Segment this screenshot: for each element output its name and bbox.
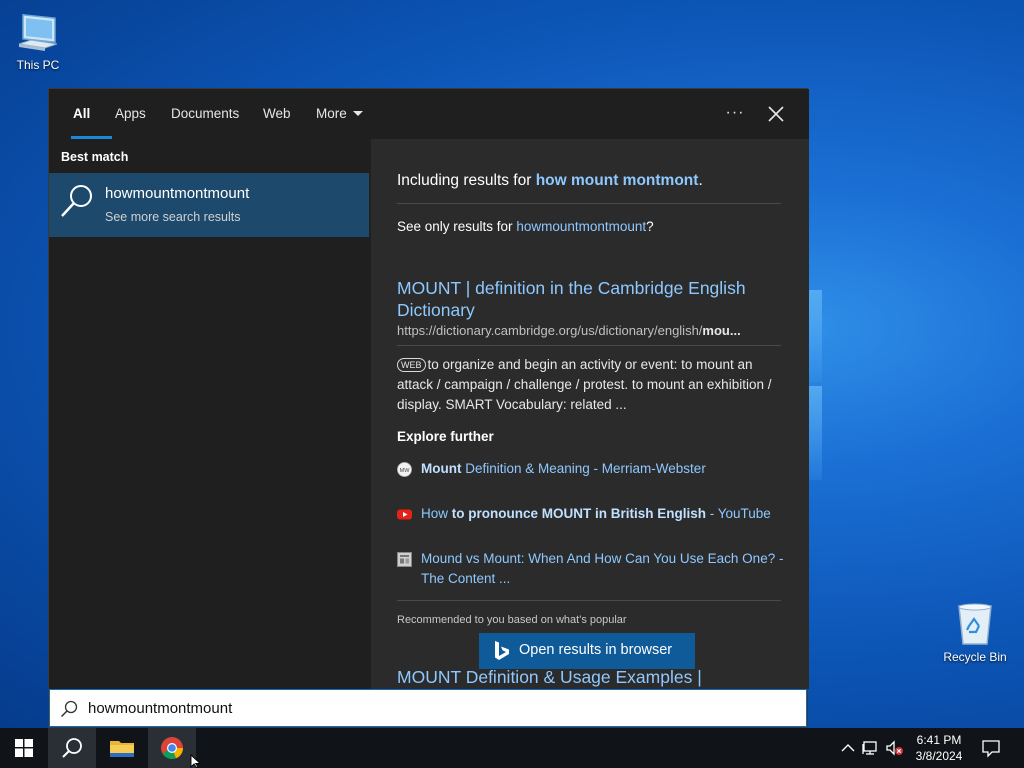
including-query-link[interactable]: how mount montmont (536, 172, 699, 189)
recycle-bin-icon (958, 603, 992, 645)
volume-muted-icon (886, 740, 903, 756)
taskbar-file-explorer[interactable] (98, 728, 146, 768)
tray-volume[interactable] (884, 738, 904, 758)
close-icon (768, 106, 784, 122)
divider (397, 203, 781, 204)
taskbar-chrome[interactable] (148, 728, 196, 768)
web-result-snippet: WEB to organize and begin an activity or … (397, 355, 787, 415)
open-results-label: Open results in browser (519, 642, 673, 658)
computer-icon (18, 14, 58, 51)
see-only-suffix: ? (646, 219, 654, 234)
desktop-icon-label: Recycle Bin (943, 650, 1007, 664)
more-options-button[interactable]: ··· (721, 101, 749, 127)
preview-pane: Including results for how mount montmont… (371, 139, 809, 689)
best-match-heading: Best match (61, 150, 129, 164)
web-badge: WEB (397, 358, 426, 372)
search-icon (62, 738, 82, 758)
see-only-prefix: See only results for (397, 219, 517, 234)
including-suffix: . (698, 172, 703, 189)
svg-text:MW: MW (400, 468, 411, 474)
clock-time: 6:41 PM (916, 733, 962, 747)
tab-label: Apps (115, 106, 146, 121)
tab-more[interactable]: More (316, 89, 363, 139)
action-center-button[interactable] (981, 738, 1001, 758)
notification-icon (982, 740, 1000, 758)
recommended-note: Recommended to you based on what's popul… (397, 614, 627, 626)
tab-label: Documents (171, 106, 240, 121)
best-match-item[interactable]: howmountmontmount See more search result… (49, 173, 369, 237)
explore-bold: to pronounce MOUNT in British English (451, 506, 707, 521)
desktop-icon-recycle-bin[interactable]: Recycle Bin (937, 602, 1013, 664)
see-only-results-text: See only results for howmountmontmount? (397, 219, 654, 234)
url-prefix: https://dictionary.cambridge.org/us/dict… (397, 323, 703, 338)
close-button[interactable] (763, 101, 789, 127)
explore-item-text: Mount Definition & Meaning - Merriam-Web… (421, 459, 785, 479)
web-page-icon (397, 552, 412, 567)
search-box[interactable] (49, 689, 807, 727)
clock[interactable]: 6:41 PM 3/8/2024 (906, 732, 972, 764)
mouse-pointer-icon (190, 754, 202, 768)
folder-icon (110, 741, 134, 757)
including-results-text: Including results for how mount montmont… (397, 172, 703, 190)
chevron-up-icon (841, 744, 855, 752)
divider (397, 345, 781, 346)
tray-network[interactable] (861, 738, 881, 758)
chrome-icon (161, 737, 184, 760)
youtube-icon (397, 509, 412, 520)
next-web-result-title-link[interactable]: MOUNT Definition & Usage Examples | (397, 667, 702, 688)
open-results-in-browser-button[interactable]: Open results in browser (479, 633, 695, 669)
including-prefix: Including results for (397, 172, 536, 189)
search-tabs: All Apps Documents Web More ··· (49, 89, 809, 139)
explore-item-text: How to pronounce MOUNT in British Englis… (421, 504, 785, 524)
taskbar: 6:41 PM 3/8/2024 (0, 728, 1024, 768)
desktop-icon-label: This PC (16, 58, 60, 72)
explore-further-heading: Explore further (397, 429, 494, 444)
url-bold: mou... (702, 323, 741, 338)
bing-icon (495, 641, 509, 660)
explore-rest: Definition & Meaning - Merriam-Webster (461, 461, 706, 476)
web-result-url[interactable]: https://dictionary.cambridge.org/us/dict… (397, 323, 781, 338)
chevron-down-icon (352, 110, 363, 116)
tray-show-hidden-icons[interactable] (838, 738, 858, 758)
windows-icon (15, 739, 33, 757)
explore-item-text: Mound vs Mount: When And How Can You Use… (421, 551, 784, 586)
tab-apps[interactable]: Apps (115, 89, 146, 139)
search-icon (60, 700, 78, 718)
desktop-icon-this-pc[interactable]: This PC (0, 10, 76, 72)
merriam-webster-icon: MW (397, 462, 412, 477)
tab-all[interactable]: All (70, 89, 113, 139)
tab-web[interactable]: Web (263, 89, 291, 139)
see-only-query-link[interactable]: howmountmontmount (516, 219, 646, 234)
search-icon (61, 185, 92, 217)
tab-label: All (73, 106, 91, 121)
best-match-title: howmountmontmount (105, 185, 250, 202)
search-panel: All Apps Documents Web More ··· Best mat… (48, 88, 809, 728)
explore-rest: - YouTube (706, 506, 771, 521)
explore-bold: Mount (421, 461, 462, 476)
tab-label: Web (263, 106, 291, 121)
start-button[interactable] (0, 728, 48, 768)
clock-date: 3/8/2024 (915, 749, 963, 763)
wallpaper-light-beam (808, 290, 822, 382)
snippet-text: to organize and begin an activity or eve… (397, 357, 772, 412)
search-input[interactable] (88, 696, 788, 720)
web-result-title-link[interactable]: MOUNT | definition in the Cambridge Engl… (397, 277, 781, 321)
taskbar-search-button[interactable] (48, 728, 96, 768)
best-match-subtitle: See more search results (105, 210, 241, 224)
tab-documents[interactable]: Documents (171, 89, 239, 139)
wallpaper-light-beam (808, 386, 822, 480)
tab-label: More (316, 106, 347, 121)
network-icon (862, 741, 877, 755)
divider (397, 600, 781, 601)
explore-pre: How (421, 506, 452, 521)
results-list-pane: Best match howmountmontmount See more se… (49, 139, 369, 689)
